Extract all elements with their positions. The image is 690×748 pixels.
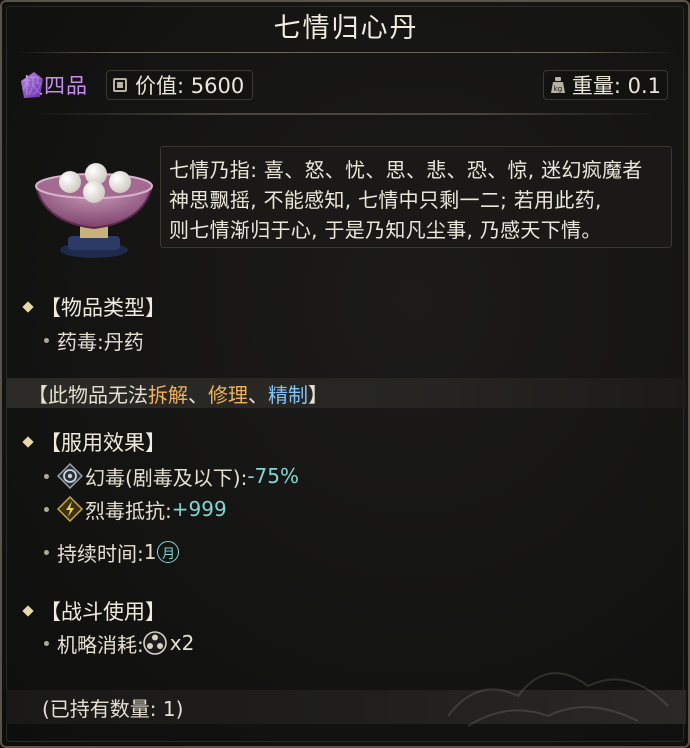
banner-separator: 、 — [188, 382, 208, 407]
effects-header: 【服用效果】 — [40, 431, 166, 455]
month-icon: 月 — [157, 541, 180, 563]
item-title: 七情归心丹 — [273, 13, 419, 44]
effect-row: 烈毒抵抗: +999 — [44, 494, 227, 524]
duration-value: 1 — [143, 540, 157, 564]
banner-refine: 精制 — [268, 382, 308, 407]
value-box: 价值: 5600 — [106, 70, 254, 100]
effect-value: -75% — [247, 464, 300, 488]
info-divider — [32, 113, 662, 115]
dot-bullet-icon — [44, 640, 49, 646]
effect-label: 烈毒抵抗: — [85, 498, 172, 523]
combat-label: 机略消耗: — [57, 632, 144, 657]
diamond-bullet-icon — [22, 605, 34, 617]
quality-badge: 极四品 — [20, 68, 88, 102]
owned-quantity-label: (已持有数量: 1) — [42, 696, 184, 721]
banner-separator: 、 — [248, 382, 268, 407]
description-line-1: 七情乃指: 喜、怒、忧、思、悲、恐、惊, 迷幻疯魔者 — [169, 158, 643, 182]
item-type-row: 药毒: 丹药 — [44, 325, 144, 355]
section-effects: 【服用效果】 — [22, 427, 166, 457]
item-type-header: 【物品类型】 — [40, 296, 166, 320]
svg-text:kg: kg — [554, 85, 563, 93]
duration-row: 持续时间: 1 月 — [44, 537, 180, 567]
illusion-poison-icon — [57, 463, 83, 489]
banner-repair: 修理 — [208, 382, 248, 407]
banner-dismantle: 拆解 — [148, 382, 188, 407]
duration-label: 持续时间: — [57, 541, 144, 566]
quality-gem-icon — [21, 72, 43, 98]
section-item-type: 【物品类型】 — [22, 292, 166, 322]
description-line-3: 则七情渐归于心, 于是乃知凡尘事, 乃感天下情。 — [169, 218, 602, 242]
section-combat: 【战斗使用】 — [22, 596, 166, 626]
description-line-2: 神思飘摇, 不能感知, 七情中只剩一二; 若用此药, — [169, 188, 602, 212]
weight-box: kg 重量: 0.1 — [542, 70, 668, 100]
effect-value: +999 — [171, 497, 227, 521]
dot-bullet-icon — [44, 473, 49, 479]
item-type-label: 药毒: — [57, 329, 104, 354]
duration-unit: 月 — [161, 546, 175, 562]
weight-icon: kg — [550, 77, 565, 93]
combat-row: 机略消耗: x2 — [44, 628, 194, 658]
dot-bullet-icon — [44, 337, 49, 343]
banner-suffix: 】 — [308, 382, 328, 407]
effect-row: 幻毒(剧毒及以下): -75% — [44, 461, 299, 491]
cloud-decoration-icon — [447, 672, 669, 727]
combat-header: 【战斗使用】 — [40, 600, 166, 624]
value-label: 价值: 5600 — [135, 74, 245, 98]
combat-value: x2 — [169, 631, 195, 655]
banner-prefix: 【此物品无法 — [28, 382, 148, 407]
coin-icon — [113, 78, 127, 92]
title-divider — [16, 52, 676, 53]
strategy-icon — [142, 631, 167, 655]
pill-bowl-icon — [34, 163, 154, 258]
dot-bullet-icon — [44, 549, 49, 555]
diamond-bullet-icon — [22, 436, 34, 448]
item-description: 七情乃指: 喜、怒、忧、思、悲、恐、惊, 迷幻疯魔者 神思飘摇, 不能感知, 七… — [160, 146, 672, 248]
weight-label: 重量: 0.1 — [571, 74, 661, 98]
diamond-bullet-icon — [22, 301, 34, 313]
item-type-value: 丹药 — [103, 329, 144, 354]
cannot-process-banner: 【此物品无法 拆解、修理、精制】 — [6, 378, 686, 408]
quality-label: 四品 — [44, 74, 88, 98]
dot-bullet-icon — [44, 506, 49, 512]
fierce-poison-icon — [57, 496, 83, 522]
item-tooltip-panel: 七情归心丹 极四品 价值: 5600 kg 重量: 0.1 — [0, 0, 690, 748]
effect-label: 幻毒(剧毒及以下): — [85, 465, 248, 490]
